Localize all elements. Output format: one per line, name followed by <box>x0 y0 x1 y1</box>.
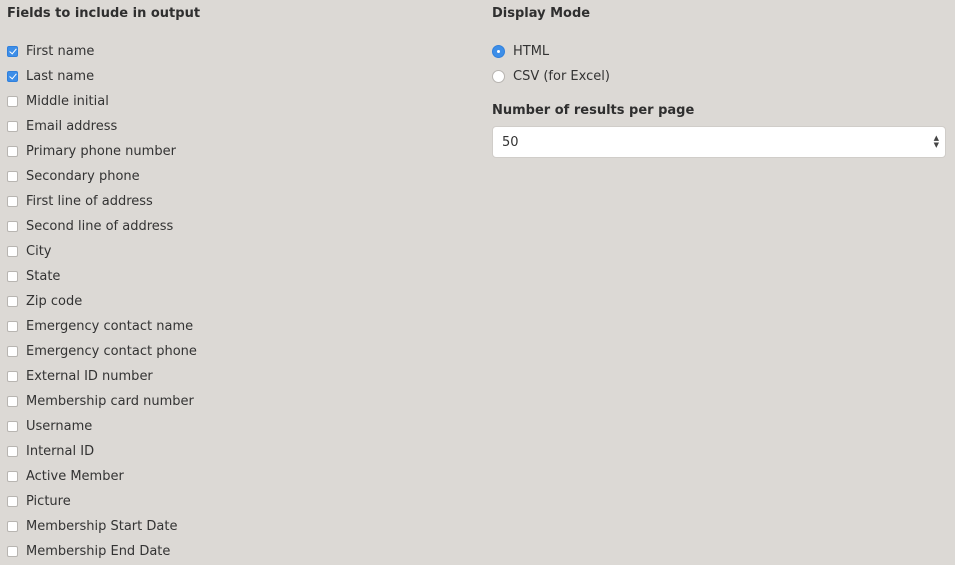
checkbox[interactable] <box>7 171 18 182</box>
radio-label: CSV (for Excel) <box>513 69 610 84</box>
checkbox[interactable] <box>7 346 18 357</box>
options-section: Display Mode HTML CSV (for Excel) Number… <box>492 0 947 158</box>
field-checkbox-last-name[interactable]: Last name <box>7 64 467 89</box>
field-checkbox-first-name[interactable]: First name <box>7 39 467 64</box>
checkbox[interactable] <box>7 521 18 532</box>
field-checkbox-zip-code[interactable]: Zip code <box>7 289 467 314</box>
checkbox[interactable] <box>7 321 18 332</box>
checkbox[interactable] <box>7 246 18 257</box>
checkbox[interactable] <box>7 121 18 132</box>
field-checkbox-membership-card[interactable]: Membership card number <box>7 389 467 414</box>
field-checkbox-membership-end[interactable]: Membership End Date <box>7 539 467 564</box>
field-checkbox-city[interactable]: City <box>7 239 467 264</box>
updown-select-arrows-icon: ▲ ▼ <box>933 134 939 149</box>
checkbox-label: First line of address <box>26 194 153 209</box>
field-checkbox-picture[interactable]: Picture <box>7 489 467 514</box>
display-mode-option-html[interactable]: HTML <box>492 39 947 64</box>
radio-button[interactable] <box>492 70 505 83</box>
field-checkbox-email-address[interactable]: Email address <box>7 114 467 139</box>
checkbox-label: Internal ID <box>26 444 95 459</box>
field-checkbox-address-line-1[interactable]: First line of address <box>7 189 467 214</box>
fields-checkbox-list: First name Last name Middle initial Emai… <box>7 39 467 564</box>
checkbox[interactable] <box>7 446 18 457</box>
checkbox-label: City <box>26 244 52 259</box>
checkbox[interactable] <box>7 396 18 407</box>
checkbox-label: Membership card number <box>26 394 194 409</box>
field-checkbox-primary-phone[interactable]: Primary phone number <box>7 139 467 164</box>
checkbox-label: First name <box>26 44 95 59</box>
checkbox[interactable] <box>7 46 18 57</box>
field-checkbox-state[interactable]: State <box>7 264 467 289</box>
field-checkbox-middle-initial[interactable]: Middle initial <box>7 89 467 114</box>
checkbox[interactable] <box>7 371 18 382</box>
checkbox[interactable] <box>7 546 18 557</box>
fields-section: Fields to include in output First name L… <box>7 0 467 564</box>
field-checkbox-internal-id[interactable]: Internal ID <box>7 439 467 464</box>
checkbox[interactable] <box>7 496 18 507</box>
checkbox[interactable] <box>7 221 18 232</box>
field-checkbox-address-line-2[interactable]: Second line of address <box>7 214 467 239</box>
results-per-page-value: 50 <box>502 134 519 150</box>
checkbox[interactable] <box>7 421 18 432</box>
results-per-page-title: Number of results per page <box>492 103 695 118</box>
checkbox-label: Membership End Date <box>26 544 171 559</box>
fields-section-title: Fields to include in output <box>7 6 201 21</box>
radio-label: HTML <box>513 44 550 59</box>
field-checkbox-active-member[interactable]: Active Member <box>7 464 467 489</box>
checkbox[interactable] <box>7 146 18 157</box>
field-checkbox-emergency-phone[interactable]: Emergency contact phone <box>7 339 467 364</box>
display-mode-option-csv[interactable]: CSV (for Excel) <box>492 64 947 89</box>
checkbox-label: State <box>26 269 61 284</box>
checkbox-label: Middle initial <box>26 94 109 109</box>
checkbox-label: Email address <box>26 119 118 134</box>
checkbox-label: Zip code <box>26 294 83 309</box>
checkbox-label: Membership Start Date <box>26 519 178 534</box>
checkbox-label: Active Member <box>26 469 124 484</box>
results-per-page-select[interactable]: 50 ▲ ▼ <box>492 126 946 158</box>
field-checkbox-secondary-phone[interactable]: Secondary phone <box>7 164 467 189</box>
checkbox-label: Username <box>26 419 93 434</box>
checkbox[interactable] <box>7 96 18 107</box>
display-mode-title: Display Mode <box>492 6 591 21</box>
checkbox-label: Emergency contact name <box>26 319 194 334</box>
checkbox-label: Last name <box>26 69 95 84</box>
field-checkbox-external-id[interactable]: External ID number <box>7 364 467 389</box>
checkbox-label: Primary phone number <box>26 144 176 159</box>
radio-button[interactable] <box>492 45 505 58</box>
checkbox[interactable] <box>7 196 18 207</box>
checkbox[interactable] <box>7 471 18 482</box>
checkbox-label: Emergency contact phone <box>26 344 197 359</box>
checkbox-label: Secondary phone <box>26 169 140 184</box>
checkbox-label: Second line of address <box>26 219 174 234</box>
checkbox-label: Picture <box>26 494 71 509</box>
field-checkbox-membership-start[interactable]: Membership Start Date <box>7 514 467 539</box>
field-checkbox-emergency-name[interactable]: Emergency contact name <box>7 314 467 339</box>
field-checkbox-username[interactable]: Username <box>7 414 467 439</box>
checkbox[interactable] <box>7 271 18 282</box>
checkbox-label: External ID number <box>26 369 153 384</box>
display-mode-radio-group: HTML CSV (for Excel) <box>492 39 947 89</box>
checkbox[interactable] <box>7 296 18 307</box>
checkbox[interactable] <box>7 71 18 82</box>
